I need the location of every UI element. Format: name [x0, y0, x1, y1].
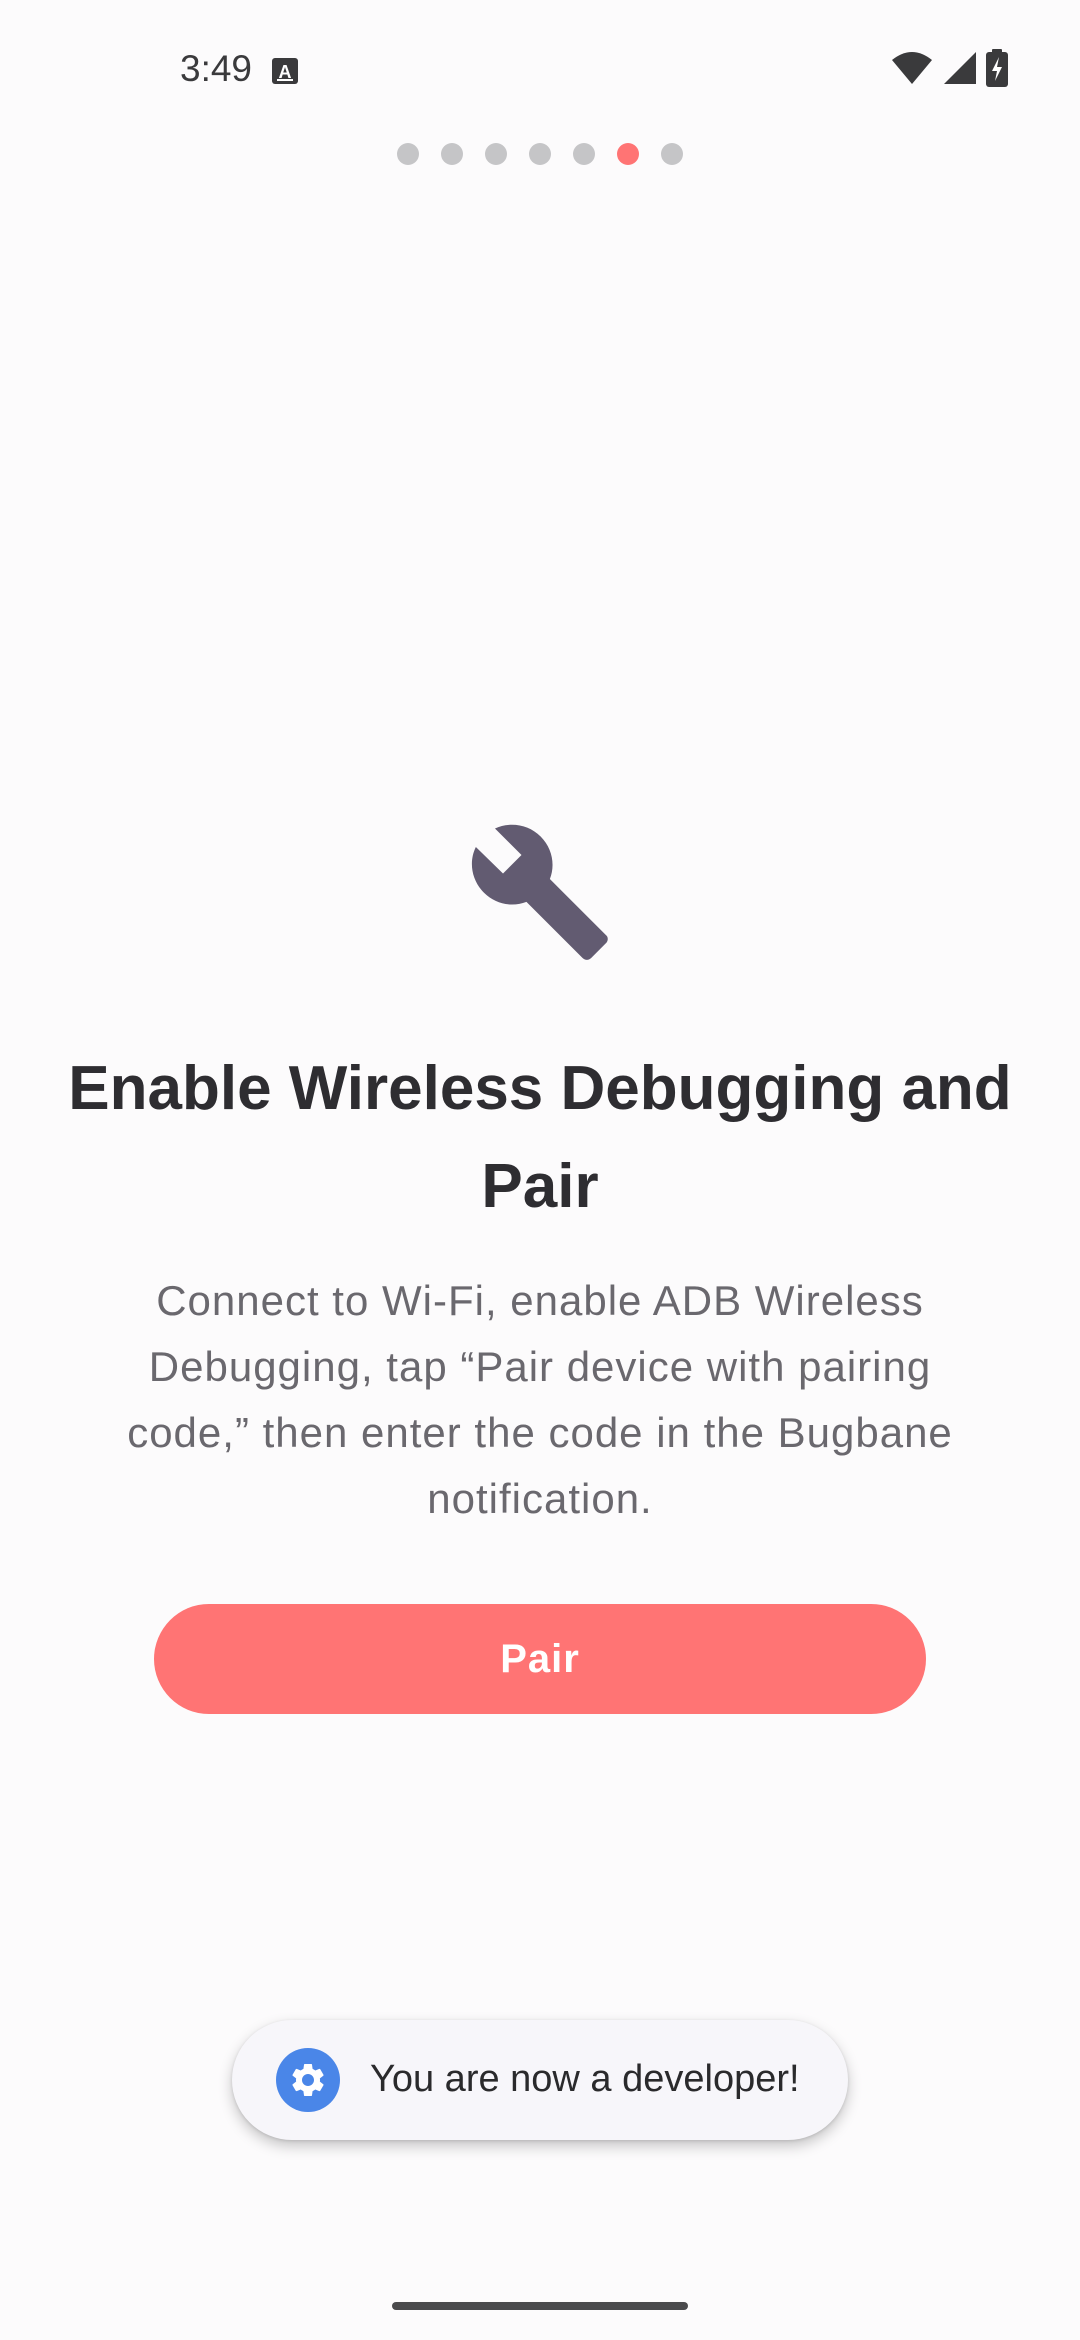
page-dot — [397, 143, 419, 165]
pair-button[interactable]: Pair — [154, 1604, 926, 1714]
page-dot — [485, 143, 507, 165]
screen: 3:49 A Enable Wireless Debugging and Pai… — [0, 0, 1080, 2340]
status-time: 3:49 — [180, 48, 253, 89]
status-icons — [890, 48, 1008, 92]
cell-signal-icon — [942, 50, 978, 91]
instructions-text: Connect to Wi-Fi, enable ADB Wireless De… — [127, 1277, 953, 1522]
developer-toast: You are now a developer! — [232, 2020, 848, 2140]
battery-charging-icon — [986, 48, 1008, 92]
page-dot — [529, 143, 551, 165]
page-dot — [441, 143, 463, 165]
page-dot — [573, 143, 595, 165]
page-dot-active — [617, 143, 639, 165]
status-bar: 3:49 A — [0, 0, 1080, 140]
settings-gear-icon — [276, 2048, 340, 2112]
gesture-nav-handle[interactable] — [392, 2302, 688, 2310]
wifi-icon — [890, 50, 934, 91]
page-indicator — [0, 143, 1080, 165]
wrench-icon — [466, 818, 614, 966]
page-dot — [661, 143, 683, 165]
toast-message: You are now a developer! — [370, 2058, 800, 2100]
keyboard-a-icon: A — [272, 58, 298, 84]
page-title: Enable Wireless Debugging and Pair — [68, 1054, 1012, 1221]
